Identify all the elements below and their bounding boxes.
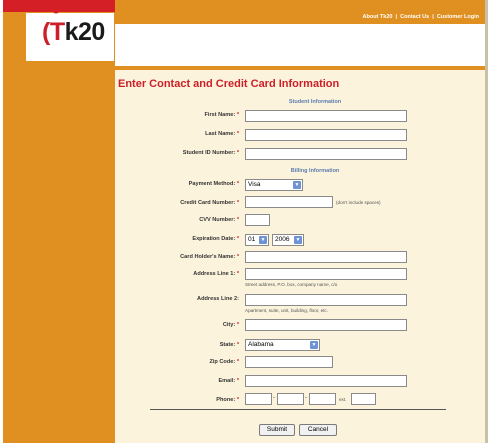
page-title: Enter Contact and Credit Card Informatio… [118,78,340,90]
cvv-label: CVV Number: * [199,217,239,223]
logo-k20: k20 [64,18,106,46]
expiration-label: Expiration Date: * [192,236,239,242]
address1-hint: Street address, P.O. box, company name, … [245,282,338,287]
section-billing-info: Billing Information [290,168,340,174]
card-holder-input[interactable] [245,251,407,263]
submit-button[interactable]: Submit [259,424,295,436]
email-label: Email: * [218,378,239,384]
phone-separator: - [273,395,275,401]
state-select[interactable]: Alabama ▼ [245,339,320,351]
address2-label: Address Line 2: [197,296,239,302]
credit-card-hint: (don't include spaces) [336,200,381,205]
phone-prefix-input[interactable] [277,393,304,405]
address1-label: Address Line 1: * [193,271,239,277]
tk20-logo[interactable]: (Tk20 [42,18,105,47]
payment-method-select[interactable]: Visa ▼ [245,179,303,191]
email-input[interactable] [245,375,407,387]
separator: | [432,14,434,20]
chevron-down-icon[interactable]: ▼ [293,181,301,189]
chevron-down-icon[interactable]: ▼ [310,341,318,349]
customer-login-link[interactable]: Customer Login [437,14,479,20]
phone-separator: - [305,395,307,401]
phone-line-input[interactable] [309,393,336,405]
first-name-input[interactable] [245,110,407,122]
address2-input[interactable] [245,294,407,306]
left-sidebar [3,0,115,443]
last-name-input[interactable] [245,129,407,141]
cancel-button[interactable]: Cancel [299,424,337,436]
form-divider [150,409,446,410]
phone-area-input[interactable] [245,393,272,405]
cvv-input[interactable] [245,214,270,226]
zip-label: Zip Code: * [209,359,239,365]
expiration-year-select[interactable]: 2006 ▼ [272,234,304,246]
city-label: City: * [222,322,239,328]
credit-card-label: Credit Card Number: * [180,200,239,206]
phone-ext-label: ext. [339,397,347,402]
payment-method-label: Payment Method: * [188,181,239,187]
separator: | [395,14,398,20]
state-value: Alabama [248,341,274,348]
logo-t: (T [42,18,65,46]
last-name-label: Last Name: * [205,131,239,137]
header-area [115,24,485,66]
phone-ext-input[interactable] [351,393,376,405]
top-bar: About Tk20 | Contact Us | Customer Login [115,0,485,24]
expiration-year-value: 2006 [275,236,290,243]
payment-method-value: Visa [248,181,261,188]
about-link[interactable]: About Tk20 [363,14,393,20]
chevron-down-icon[interactable]: ▼ [259,236,267,244]
city-input[interactable] [245,319,407,331]
phone-label: Phone: * [216,397,239,403]
top-links: About Tk20 | Contact Us | Customer Login [363,14,480,20]
student-id-input[interactable] [245,148,407,160]
state-label: State: * [219,342,239,348]
credit-card-input[interactable] [245,196,333,208]
first-name-label: First Name: * [204,112,239,118]
chevron-down-icon[interactable]: ▼ [294,236,302,244]
right-border [485,0,488,443]
expiration-month-value: 01 [248,236,256,243]
contact-link[interactable]: Contact Us [400,14,429,20]
address1-input[interactable] [245,268,407,280]
card-holder-label: Card Holder's Name: * [180,254,239,260]
student-id-label: Student ID Number: * [182,150,239,156]
section-student-info: Student Information [288,99,342,105]
zip-input[interactable] [245,356,333,368]
address2-hint: Apartment, suite, unit, building, floor,… [245,308,328,313]
expiration-month-select[interactable]: 01 ▼ [245,234,269,246]
